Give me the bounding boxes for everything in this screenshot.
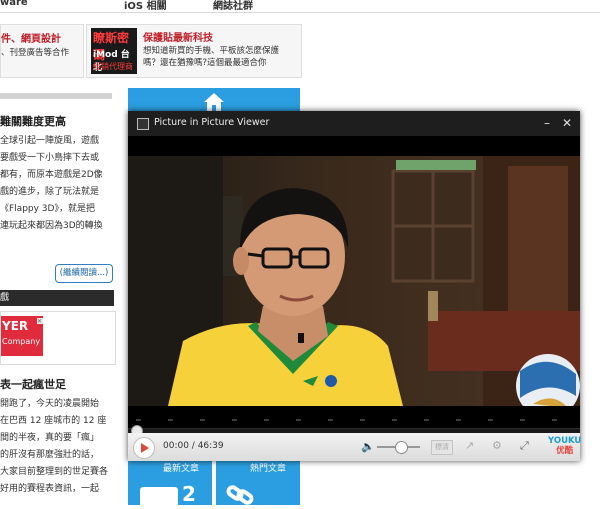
article2-body: 開跑了，今天的凌晨開始 在巴西 12 座城市的 12 座 間的半夜，真的要「瘋」… xyxy=(0,396,112,498)
player-controls: 00:00 / 46:39 🔈 標清 ↗ ⚙ ⤢ YOUKU 优酷 xyxy=(128,433,581,461)
article1-line: 全球引起一陣旋風，遊戲 xyxy=(0,136,100,146)
volume-icon[interactable]: 🔈 xyxy=(361,440,375,453)
minimize-button[interactable]: – xyxy=(540,115,554,131)
tile-latest-label: 最新文章 xyxy=(163,464,200,474)
article2-line: 開跑了，今天的凌晨開始 xyxy=(0,399,100,409)
article1-line: 《Flappy 3D》，就是把 xyxy=(0,204,95,214)
home-icon xyxy=(204,93,224,111)
tile-popular-label: 熱門文章 xyxy=(250,464,287,474)
ad-left[interactable]: 件、網頁設計 、刊登廣告等合作 xyxy=(0,24,84,78)
divider xyxy=(0,93,112,99)
ad-close-icon[interactable]: ✕ xyxy=(37,318,43,325)
ad-right[interactable]: 瞭斯密碼 iMod 台北 經銷代理商 保護貼最新科技 想知道新買的手機、平板該怎… xyxy=(86,24,302,78)
article1-line: 要戲受一下小鳥摔下去或 xyxy=(0,153,100,163)
quality-button[interactable]: 標清 xyxy=(431,440,453,455)
article2-line: 在巴西 12 座城市的 12 座 xyxy=(0,416,107,426)
settings-icon[interactable]: ⚙ xyxy=(492,439,502,452)
pip-titlebar[interactable]: Picture in Picture Viewer – ✕ xyxy=(128,111,580,136)
brand-top: YOUKU xyxy=(548,436,582,446)
video-frame xyxy=(128,136,580,428)
section-bar: 戲 xyxy=(0,290,114,306)
pip-title: Picture in Picture Viewer xyxy=(154,117,270,128)
article1-line: 連玩起來都因為3D的轉換 xyxy=(0,221,103,231)
youku-logo: YOUKU 优酷 xyxy=(548,436,581,456)
article1-line: 都有，而原本遊戲是2D像 xyxy=(0,170,103,180)
article1-title[interactable]: 難關難度更高 xyxy=(0,113,66,129)
side-ad[interactable]: YER Company ✕ xyxy=(0,311,116,365)
app-icon xyxy=(137,118,149,130)
play-icon xyxy=(141,443,149,453)
time-display: 00:00 / 46:39 xyxy=(163,441,224,451)
article2-line: 間的半夜，真的要「瘋」 xyxy=(0,433,100,443)
article1-body: 全球引起一陣旋風，遊戲 要戲受一下小鳥摔下去或 都有，而原本遊戲是2D像 戲的進… xyxy=(0,133,112,235)
ad-left-title: 件、網頁設計 xyxy=(1,34,61,45)
article1-line: 戲的進步，除了玩法就是 xyxy=(0,187,100,197)
tile-number: 2 xyxy=(182,482,196,506)
fullscreen-icon[interactable]: ⤢ xyxy=(520,439,529,453)
ad-right-line2: 嗎？還在猶豫嗎?這個最最適合你 xyxy=(143,58,267,68)
article2-line: 大家目前整理到的世足賽各 xyxy=(0,467,109,477)
volume-handle[interactable] xyxy=(395,441,408,454)
article2-title[interactable]: 表一起瘋世足 xyxy=(0,376,66,392)
side-ad-line1: YER xyxy=(2,319,29,333)
thumb-line-3: 經銷代理商 xyxy=(93,62,133,71)
nav-item-software[interactable]: ware xyxy=(0,0,28,8)
read-more-button[interactable]: (繼續閱讀...) xyxy=(55,264,113,283)
side-ad-line2: Company xyxy=(2,337,41,346)
nav-item-ios[interactable]: iOS 相關 xyxy=(124,0,167,12)
ad-right-line1: 想知道新買的手機、平板該怎麼保護 xyxy=(143,46,280,56)
share-icon[interactable]: ↗ xyxy=(465,439,474,452)
video-area[interactable] xyxy=(128,136,580,428)
ad-left-text: 、刊登廣告等合作 xyxy=(1,48,70,58)
play-button[interactable] xyxy=(133,437,155,459)
pip-window[interactable]: Picture in Picture Viewer – ✕ 00:00 / 46… xyxy=(128,111,581,461)
article2-line: 的肝沒有那麼強壯的話， xyxy=(0,450,100,460)
ad-thumbnail: 瞭斯密碼 iMod 台北 經銷代理商 xyxy=(91,28,137,74)
top-nav: ware iOS 相關 網誌社群 xyxy=(0,0,600,13)
article2-line: 好用的賽程表資訊，一起 xyxy=(0,484,100,494)
close-button[interactable]: ✕ xyxy=(560,115,574,131)
ad-right-title[interactable]: 保護貼最新科技 xyxy=(143,29,213,44)
nav-item-blog[interactable]: 網誌社群 xyxy=(213,0,253,12)
brand-bottom: 优酷 xyxy=(556,446,574,456)
chat-icon xyxy=(140,487,178,509)
link-icon xyxy=(226,485,254,505)
